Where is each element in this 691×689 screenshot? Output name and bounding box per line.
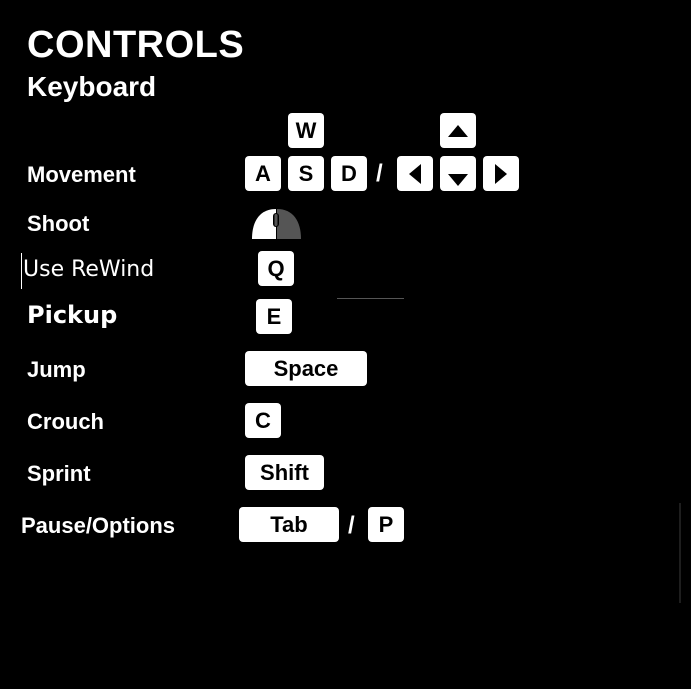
key-s: S [288, 156, 324, 191]
mouse-left-click-icon [252, 209, 301, 239]
scrollbar[interactable] [679, 503, 689, 603]
divider-line [337, 298, 404, 299]
page-title: CONTROLS [27, 24, 245, 66]
crouch-label: Crouch [27, 409, 104, 434]
key-space: Space [245, 351, 367, 386]
movement-separator: / [376, 160, 383, 187]
arrow-right-key [483, 156, 519, 191]
key-e: E [256, 299, 292, 334]
sprint-label: Sprint [27, 461, 91, 486]
arrow-up-key [440, 113, 476, 148]
pause-separator: / [348, 512, 355, 539]
arrow-down-key [440, 156, 476, 191]
jump-label: Jump [27, 357, 86, 382]
pickup-label: Pickup [27, 301, 118, 329]
movement-label: Movement [27, 162, 136, 187]
arrow-right-icon [495, 163, 507, 184]
key-shift: Shift [245, 455, 324, 490]
key-q: Q [258, 251, 294, 286]
key-p: P [368, 507, 404, 542]
key-w: W [288, 113, 324, 148]
arrow-down-icon [448, 173, 468, 186]
key-d: D [331, 156, 367, 191]
section-title-keyboard: Keyboard [27, 71, 157, 102]
key-c: C [245, 403, 281, 438]
rewind-label: Use ReWind [23, 257, 155, 282]
arrow-up-icon [448, 124, 468, 137]
key-tab: Tab [239, 507, 339, 542]
key-a: A [245, 156, 281, 191]
arrow-left-key [397, 156, 433, 191]
text-caret [21, 253, 22, 289]
pause-options-label: Pause/Options [21, 513, 176, 538]
arrow-left-icon [409, 163, 421, 184]
shoot-label: Shoot [27, 211, 90, 236]
